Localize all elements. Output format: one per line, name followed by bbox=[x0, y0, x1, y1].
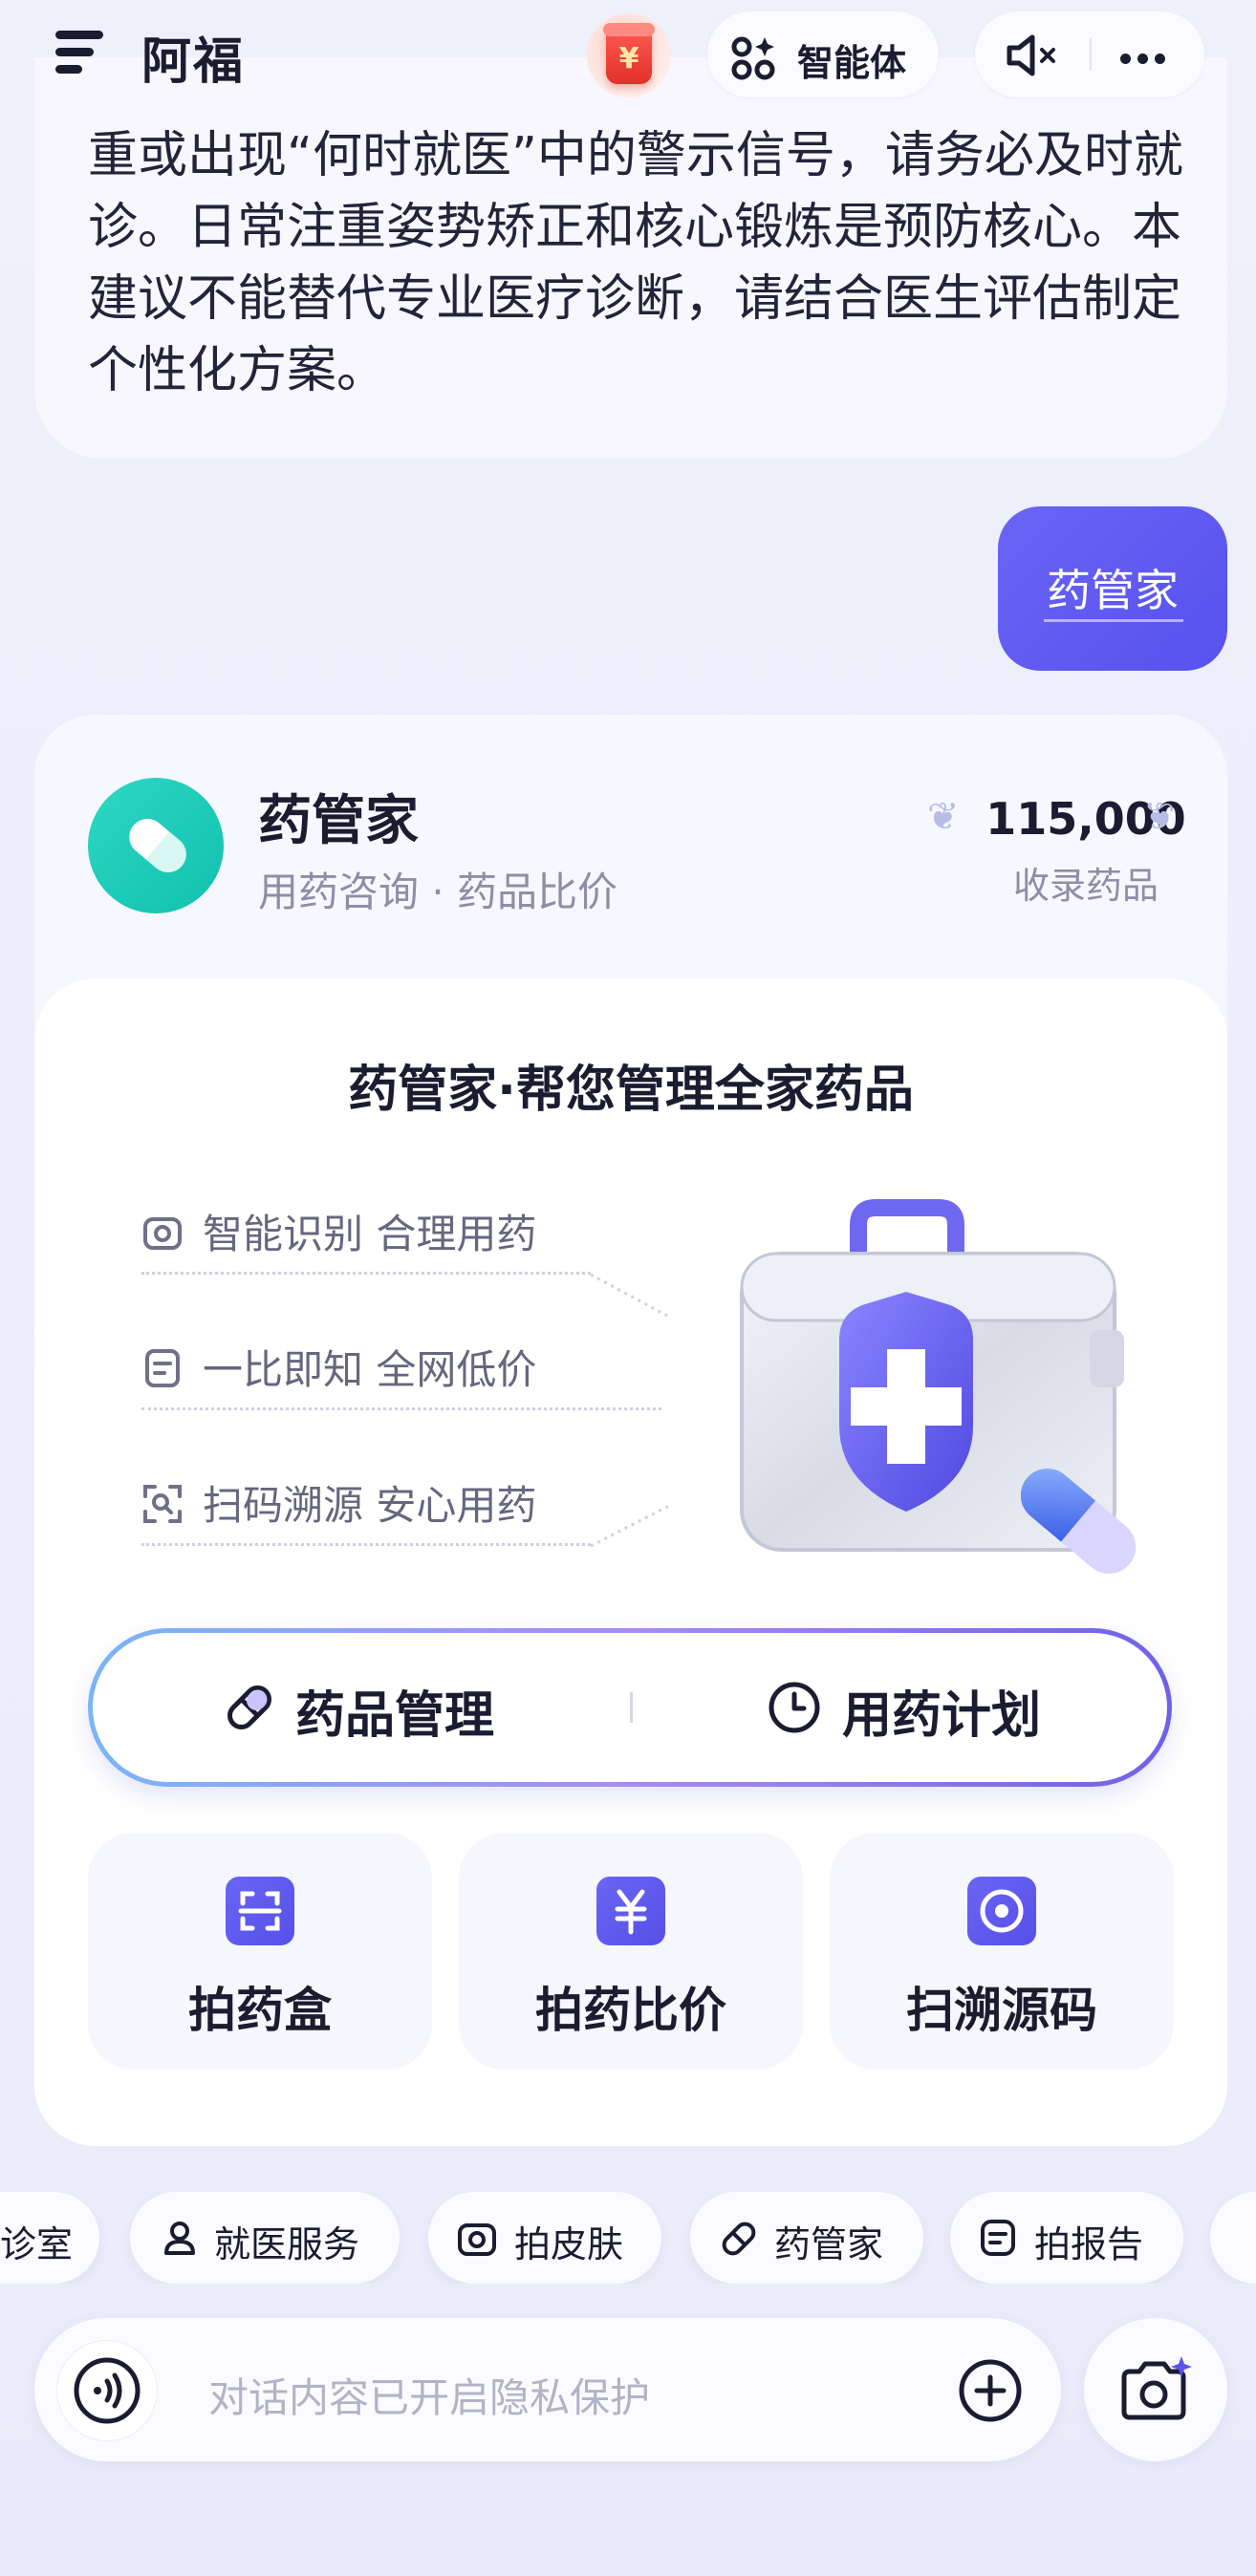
voice-icon bbox=[74, 2357, 141, 2424]
plus-icon[interactable] bbox=[956, 2356, 1025, 2425]
medication-plan-button[interactable]: 用药计划 bbox=[634, 1633, 1169, 1782]
laurel-left-icon: ❦ bbox=[927, 795, 960, 839]
person-icon bbox=[164, 2222, 195, 2255]
clock-icon bbox=[769, 1682, 820, 1733]
agent-icon bbox=[731, 36, 775, 80]
quick-chips-row: 诊室 就医服务 拍皮肤 药管家 拍报告 bbox=[0, 2192, 1256, 2284]
trace-code-tile[interactable]: 扫溯源码 bbox=[830, 1833, 1174, 2070]
medicine-manage-button[interactable]: 药品管理 bbox=[93, 1633, 628, 1782]
main-action-pill: 药品管理 用药计划 bbox=[88, 1628, 1172, 1787]
camera-button[interactable] bbox=[1084, 2318, 1227, 2461]
control-group bbox=[975, 11, 1204, 97]
laurel-right-icon: ❦ bbox=[1143, 795, 1176, 839]
mute-icon[interactable] bbox=[1006, 34, 1059, 76]
medicine-kit-illustration bbox=[740, 1199, 1137, 1574]
user-message-text: 药管家 bbox=[1047, 565, 1179, 616]
pill-icon bbox=[722, 2222, 756, 2256]
tile-label: 扫溯源码 bbox=[906, 1983, 1097, 2038]
red-packet-button[interactable]: ¥ bbox=[587, 13, 671, 97]
chip-more[interactable] bbox=[1210, 2192, 1256, 2284]
app-page: 重或出现“何时就医”中的警示信号，请务必及时就诊。日常注重姿势矫正和核心锻炼是预… bbox=[0, 0, 1256, 2576]
agent-button[interactable]: 智能体 bbox=[707, 11, 939, 97]
chat-input[interactable]: 对话内容已开启隐私保护 bbox=[208, 2366, 650, 2424]
divider bbox=[630, 1692, 633, 1723]
scan-box-icon bbox=[226, 1877, 294, 1945]
divider bbox=[1090, 38, 1092, 71]
pill-logo-icon bbox=[88, 778, 224, 913]
stat-label: 收录药品 bbox=[1012, 865, 1159, 907]
medicine-manage-label: 药品管理 bbox=[295, 1687, 495, 1745]
chip-photo-report[interactable]: 拍报告 bbox=[950, 2192, 1183, 2284]
agent-label: 智能体 bbox=[797, 42, 907, 84]
yen-icon bbox=[596, 1877, 665, 1945]
document-icon bbox=[981, 2220, 1015, 2256]
card-inner-panel: 药管家·帮您管理全家药品 智能识别 合理用药 一比即知 全网低价 扫码溯源 安心… bbox=[34, 978, 1227, 2146]
chip-photo-skin[interactable]: 拍皮肤 bbox=[428, 2192, 661, 2284]
pill-icon bbox=[227, 1685, 271, 1729]
target-icon bbox=[967, 1877, 1036, 1945]
more-icon[interactable] bbox=[1120, 50, 1172, 68]
camera-icon bbox=[1121, 2356, 1192, 2420]
chat-input-bar: 对话内容已开启隐私保护 bbox=[34, 2318, 1061, 2461]
link-underline bbox=[1044, 619, 1183, 622]
chip-clinic[interactable]: 诊室 bbox=[0, 2192, 99, 2284]
tile-label: 拍药盒 bbox=[188, 1983, 332, 2038]
card-title: 药管家 bbox=[258, 790, 419, 852]
menu-icon[interactable] bbox=[55, 29, 105, 76]
voice-button[interactable] bbox=[57, 2341, 157, 2440]
medication-plan-label: 用药计划 bbox=[842, 1687, 1042, 1745]
chip-medicine-manager[interactable]: 药管家 bbox=[690, 2192, 923, 2284]
red-packet-icon: ¥ bbox=[603, 23, 655, 84]
photo-box-tile[interactable]: 拍药盒 bbox=[88, 1833, 432, 2070]
medicine-manager-card: 药管家 用药咨询 · 药品比价 ❦ 115,000 ❦ 收录药品 药管家·帮您管… bbox=[34, 715, 1227, 2146]
tile-label: 拍药比价 bbox=[535, 1983, 726, 2038]
assistant-message-bubble: 重或出现“何时就医”中的警示信号，请务必及时就诊。日常注重姿势矫正和核心锻炼是预… bbox=[34, 57, 1227, 459]
app-title: 阿福 bbox=[141, 33, 246, 91]
card-subtitle: 用药咨询 · 药品比价 bbox=[258, 869, 618, 915]
price-compare-tile[interactable]: 拍药比价 bbox=[459, 1833, 803, 2070]
user-message-bubble[interactable]: 药管家 bbox=[998, 506, 1227, 671]
camera-icon bbox=[458, 2223, 496, 2256]
assistant-message-text: 重或出现“何时就医”中的警示信号，请务必及时就诊。日常注重姿势矫正和核心锻炼是预… bbox=[88, 127, 1183, 399]
chip-medical-service[interactable]: 就医服务 bbox=[130, 2192, 400, 2284]
top-bar: 阿福 ¥ 智能体 bbox=[0, 0, 1256, 113]
